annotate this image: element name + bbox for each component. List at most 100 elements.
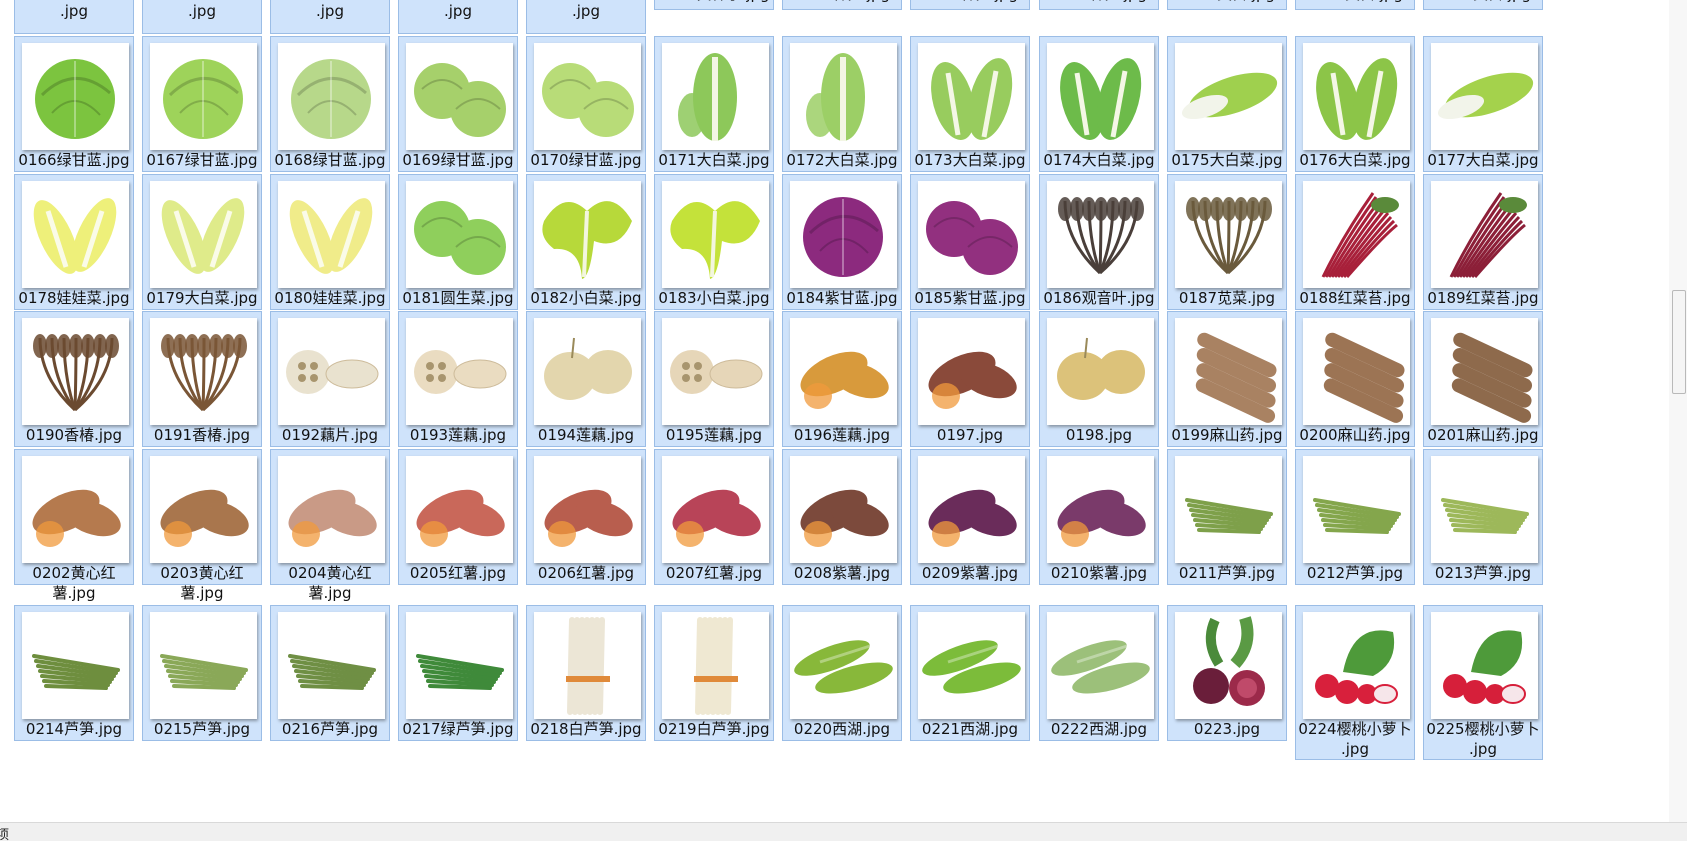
file-tile[interactable]: 0162春笋.jpg (1039, 0, 1159, 10)
file-tile[interactable]: 0189红菜苔.jpg (1423, 174, 1543, 310)
file-tile[interactable]: 0212芦笋.jpg (1295, 449, 1415, 585)
file-tile[interactable]: 0224樱桃小萝卜 .jpg (1295, 605, 1415, 760)
file-tile[interactable]: 0209紫薯.jpg (910, 449, 1030, 585)
file-tile[interactable]: 0167绿甘蓝.jpg (142, 36, 262, 172)
green-cabbage-thumbnail (406, 43, 513, 150)
file-tile[interactable]: 0194莲藕.jpg (526, 311, 646, 447)
file-tile[interactable]: 0166绿甘蓝.jpg (14, 36, 134, 172)
file-tile[interactable]: 0190香椿.jpg (14, 311, 134, 447)
file-tile[interactable]: 0180娃娃菜.jpg (270, 174, 390, 310)
file-name-label: 0211芦笋.jpg (1178, 564, 1276, 582)
file-tile[interactable]: 0198.jpg (1039, 311, 1159, 447)
file-tile[interactable]: 0193莲藕.jpg (398, 311, 518, 447)
file-name-label: 0185紫甘蓝.jpg (914, 289, 1026, 307)
file-tile[interactable]: 0195莲藕.jpg (654, 311, 774, 447)
file-tile[interactable]: 0213芦笋.jpg (1423, 449, 1543, 585)
file-tile[interactable]: 0188红菜苔.jpg (1295, 174, 1415, 310)
sweet-potato-thumbnail (918, 318, 1025, 425)
lotus-root-thumbnail (790, 318, 897, 425)
file-tile[interactable]: 0185紫甘蓝.jpg (910, 174, 1030, 310)
file-tile[interactable]: 0215芦笋.jpg (142, 605, 262, 741)
file-tile[interactable]: 0211芦笋.jpg (1167, 449, 1287, 585)
file-tile[interactable]: 0170绿甘蓝.jpg (526, 36, 646, 172)
file-tile[interactable]: 0157串红柿子 .jpg (398, 0, 518, 34)
file-tile[interactable]: 0225樱桃小萝卜 .jpg (1423, 605, 1543, 760)
file-tile[interactable]: 0197.jpg (910, 311, 1030, 447)
file-tile[interactable]: 0178娃娃菜.jpg (14, 174, 134, 310)
file-tile[interactable]: 0191香椿.jpg (142, 311, 262, 447)
file-name-label: 0213芦笋.jpg (1434, 564, 1532, 582)
file-tile[interactable]: 0206红薯.jpg (526, 449, 646, 585)
file-tile[interactable]: 0203黄心红薯.jpg (142, 449, 262, 602)
file-tile[interactable]: 0168绿甘蓝.jpg (270, 36, 390, 172)
file-name-label: 0197.jpg (936, 426, 1004, 444)
file-name-label: 0163茭白.jpg (1168, 0, 1286, 4)
file-tile[interactable]: 0182小白菜.jpg (526, 174, 646, 310)
file-tile[interactable]: 0201麻山药.jpg (1423, 311, 1543, 447)
file-tile[interactable]: 0196莲藕.jpg (782, 311, 902, 447)
file-tile[interactable]: 0173大白菜.jpg (910, 36, 1030, 172)
file-tile[interactable]: 0176大白菜.jpg (1295, 36, 1415, 172)
file-tile[interactable]: 0177大白菜.jpg (1423, 36, 1543, 172)
file-tile[interactable]: 0160春笋.jpg (782, 0, 902, 10)
file-tile[interactable]: 0159黄柿子.jpg (654, 0, 774, 10)
sweet-potato-thumbnail (278, 456, 385, 563)
file-name-label: 0168绿甘蓝.jpg (274, 151, 386, 169)
asparagus-thumbnail (22, 612, 129, 719)
file-tile[interactable]: 0163茭白.jpg (1167, 0, 1287, 10)
file-tile[interactable]: 0214芦笋.jpg (14, 605, 134, 741)
file-tile[interactable]: 0200麻山药.jpg (1295, 311, 1415, 447)
turnip-thumbnail (1047, 318, 1154, 425)
file-tile[interactable]: 0164茭白.jpg (1295, 0, 1415, 10)
file-tile[interactable]: 0192藕片.jpg (270, 311, 390, 447)
file-name-label: 0171大白菜.jpg (658, 151, 770, 169)
file-tile[interactable]: 0181圆生菜.jpg (398, 174, 518, 310)
file-tile[interactable]: 0158串红柿子 .jpg (526, 0, 646, 34)
file-name-label: 0191香椿.jpg (153, 426, 251, 444)
file-tile[interactable]: 0184紫甘蓝.jpg (782, 174, 902, 310)
file-name-label: 0176大白菜.jpg (1299, 151, 1411, 169)
file-tile[interactable]: 0221西湖.jpg (910, 605, 1030, 741)
file-tile[interactable]: 0165茭白.jpg (1423, 0, 1543, 10)
file-tile[interactable]: 0161春笋.jpg (910, 0, 1030, 10)
file-name-label: 0165茭白.jpg (1424, 0, 1542, 4)
file-tile[interactable]: 0169绿甘蓝.jpg (398, 36, 518, 172)
file-name-label: 0167绿甘蓝.jpg (146, 151, 258, 169)
file-tile[interactable]: 0172大白菜.jpg (782, 36, 902, 172)
file-tile[interactable]: 0210紫薯.jpg (1039, 449, 1159, 585)
file-name-label: 0178娃娃菜.jpg (18, 289, 130, 307)
file-tile[interactable]: 0179大白菜.jpg (142, 174, 262, 310)
zucchini-thumbnail (790, 612, 897, 719)
file-name-label: 0162春笋.jpg (1040, 0, 1158, 4)
file-tile[interactable]: 0223.jpg (1167, 605, 1287, 741)
file-tile[interactable]: 0156大红萝卜 .jpg (270, 0, 390, 34)
file-tile[interactable]: 0175大白菜.jpg (1167, 36, 1287, 172)
file-tile[interactable]: 0202黄心红薯.jpg (14, 449, 134, 602)
file-name-label: 0202黄心红薯.jpg (32, 564, 116, 602)
file-tile[interactable]: 0218白芦笋.jpg (526, 605, 646, 741)
file-tile[interactable]: 0207红薯.jpg (654, 449, 774, 585)
vertical-scrollbar[interactable] (1669, 0, 1687, 822)
file-tile[interactable]: 0204黄心红薯.jpg (270, 449, 390, 602)
file-tile[interactable]: 0219白芦笋.jpg (654, 605, 774, 741)
file-name-label: 0216芦笋.jpg (281, 720, 379, 738)
file-tile[interactable]: 0183小白菜.jpg (654, 174, 774, 310)
file-tile[interactable]: 0171大白菜.jpg (654, 36, 774, 172)
file-tile[interactable]: 0216芦笋.jpg (270, 605, 390, 741)
file-tile[interactable]: 0174大白菜.jpg (1039, 36, 1159, 172)
file-tile[interactable]: 0186观音叶.jpg (1039, 174, 1159, 310)
file-name-label: 0169绿甘蓝.jpg (402, 151, 514, 169)
file-tile[interactable]: 0155大红萝卜 .jpg (142, 0, 262, 34)
file-tile[interactable]: 0217绿芦笋.jpg (398, 605, 518, 741)
file-tile[interactable]: 0199麻山药.jpg (1167, 311, 1287, 447)
file-name-label: 0194莲藕.jpg (537, 426, 635, 444)
file-name-label: 0204黄心红薯.jpg (288, 564, 372, 602)
file-tile[interactable]: 0154大红萝卜 .jpg (14, 0, 134, 34)
file-tile[interactable]: 0205红薯.jpg (398, 449, 518, 585)
napa-cabbage-thumbnail (790, 43, 897, 150)
file-tile[interactable]: 0208紫薯.jpg (782, 449, 902, 585)
file-tile[interactable]: 0222西湖.jpg (1039, 605, 1159, 741)
file-tile[interactable]: 0220西湖.jpg (782, 605, 902, 741)
scrollbar-thumb[interactable] (1672, 290, 1686, 394)
file-tile[interactable]: 0187苋菜.jpg (1167, 174, 1287, 310)
